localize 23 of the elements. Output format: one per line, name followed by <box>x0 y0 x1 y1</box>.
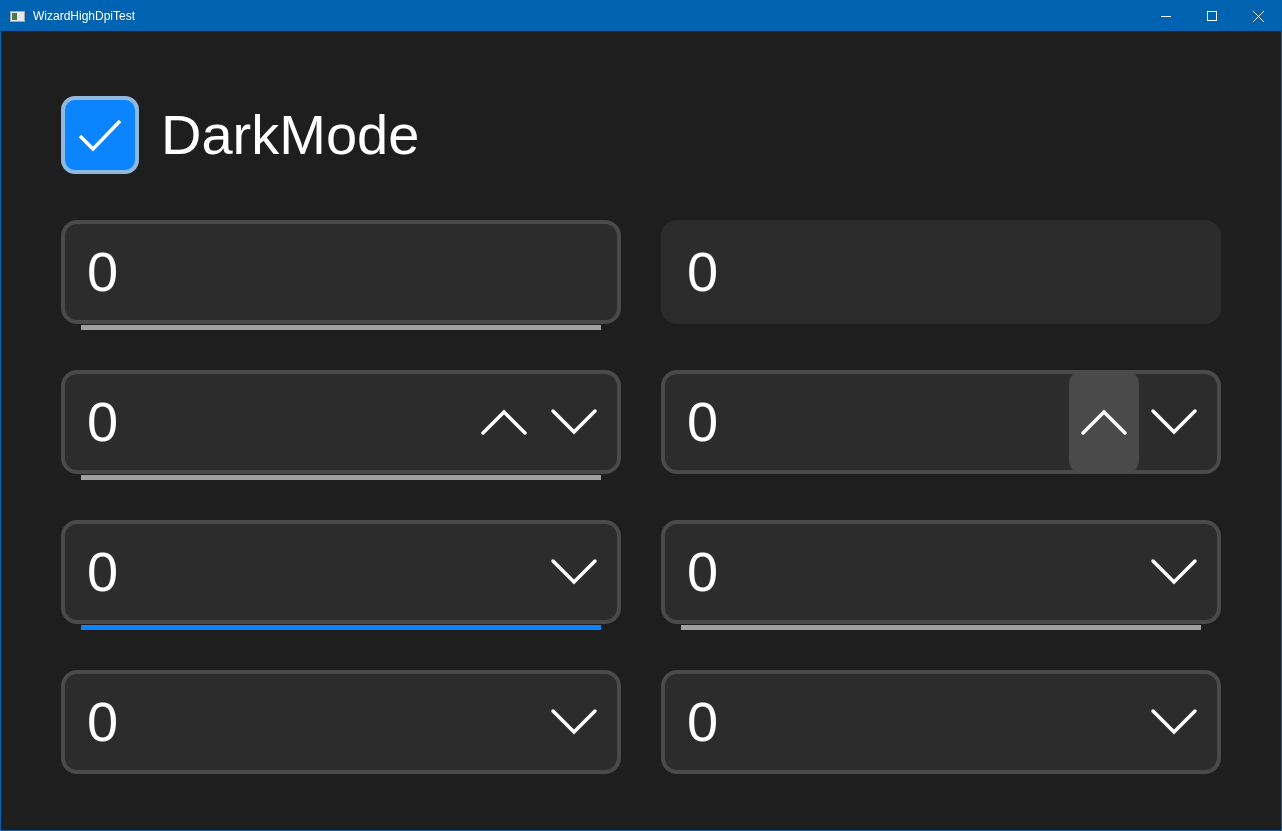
combo-box[interactable]: 0 <box>661 520 1221 624</box>
app-icon <box>10 10 25 22</box>
combo-box[interactable]: 0 <box>61 520 621 624</box>
number-field[interactable]: 0 <box>61 370 621 474</box>
combo-box[interactable]: 0 <box>661 670 1221 774</box>
maximize-icon <box>1207 11 1217 21</box>
window-title: WizardHighDpiTest <box>33 8 136 25</box>
checkbox-label: DarkMode <box>161 102 420 168</box>
chevron-up-icon <box>480 408 528 436</box>
text-field[interactable]: 0 <box>661 220 1221 324</box>
close-icon <box>1252 10 1264 22</box>
chevron-down-icon <box>1150 708 1198 736</box>
chevron-down-icon <box>550 708 598 736</box>
chevron-down-icon <box>1150 408 1198 436</box>
chevron-up-icon <box>1080 408 1128 436</box>
number-field[interactable]: 0 <box>661 370 1221 474</box>
chevron-down-icon <box>550 408 598 436</box>
chevron-down-icon <box>550 558 598 586</box>
checkmark-icon <box>77 117 123 153</box>
combo-box[interactable]: 0 <box>61 670 621 774</box>
chevron-down-icon <box>1150 558 1198 586</box>
text-field[interactable]: 0 <box>61 220 621 324</box>
checkbox[interactable] <box>61 96 139 174</box>
